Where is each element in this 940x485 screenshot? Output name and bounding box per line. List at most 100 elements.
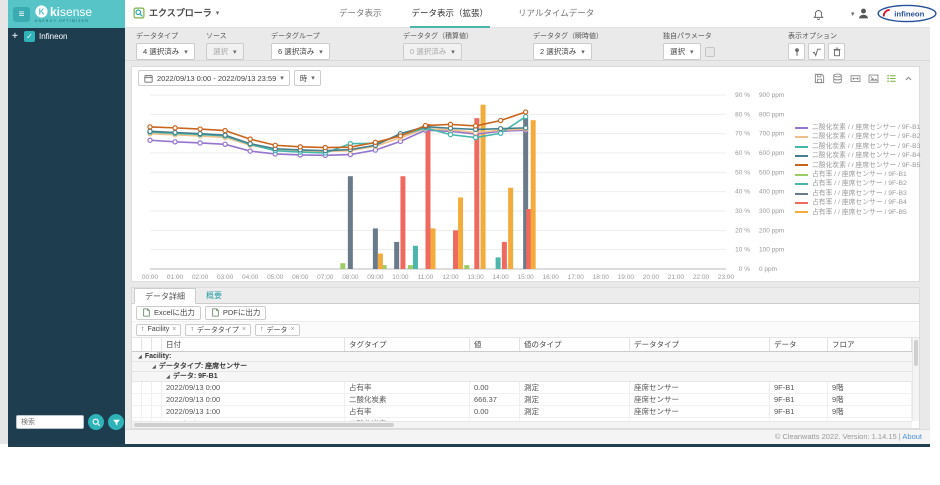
- column-header[interactable]: タグタイプ: [345, 338, 470, 351]
- legend-item[interactable]: 二酸化炭素 / / 座席センサー / 9F-B4: [795, 151, 915, 160]
- column-header[interactable]: フロア: [828, 338, 912, 351]
- svg-text:18:00: 18:00: [593, 274, 610, 281]
- svg-text:300 ppm: 300 ppm: [759, 208, 784, 215]
- trash-option-button[interactable]: [828, 43, 845, 60]
- data-tag-integrated-select[interactable]: 0 選択済み▾: [403, 43, 462, 60]
- select-value: 2 選択済み: [540, 46, 576, 57]
- legend-item[interactable]: 二酸化炭素 / / 座席センサー / 9F-B3: [795, 142, 915, 151]
- search-button[interactable]: [88, 414, 104, 430]
- parameter-checkbox[interactable]: [705, 47, 715, 57]
- filter-label: データタグ（瞬時値）: [533, 31, 603, 41]
- source-select[interactable]: 選択▾: [206, 43, 244, 60]
- user-menu[interactable]: ▾: [851, 7, 870, 20]
- group-chip-Facility[interactable]: ↑Facility×: [136, 324, 181, 336]
- group-label: データタイプ: 座席センサー: [159, 363, 247, 370]
- column-header[interactable]: データ: [770, 338, 828, 351]
- search-icon: [92, 418, 101, 427]
- group-chip-データタイプ[interactable]: ↑データタイプ×: [185, 324, 251, 336]
- legend-icon[interactable]: [886, 73, 897, 84]
- column-header[interactable]: 値のタイプ: [520, 338, 630, 351]
- tree-control-cell: [152, 394, 162, 405]
- legend-swatch: [795, 193, 808, 195]
- legend-item[interactable]: 占有率 / / 座席センサー / 9F-B5: [795, 208, 915, 217]
- table-row[interactable]: 2022/09/13 0:00二酸化炭素666.37測定座席センサー9F-B19…: [132, 394, 912, 406]
- group-row[interactable]: ◢データタイプ: 座席センサー: [132, 362, 912, 372]
- data-group-select[interactable]: 6 選択済み▾: [271, 43, 330, 60]
- collapse-icon[interactable]: [904, 74, 913, 83]
- legend-item[interactable]: 占有率 / / 座席センサー / 9F-B3: [795, 189, 915, 198]
- legend-item[interactable]: 二酸化炭素 / / 座席センサー / 9F-B2: [795, 132, 915, 141]
- svg-text:08:00: 08:00: [342, 274, 359, 281]
- tab-0[interactable]: データ表示: [337, 0, 384, 28]
- group-row[interactable]: ◢データ: 9F-B1: [132, 372, 912, 382]
- tree-control-cell: [142, 382, 152, 393]
- about-link[interactable]: About: [902, 432, 922, 441]
- pan-icon[interactable]: [850, 73, 861, 84]
- vertical-scrollbar[interactable]: [912, 338, 919, 421]
- table-cell: 9階: [828, 394, 912, 405]
- table-cell: 9階: [828, 406, 912, 417]
- close-icon[interactable]: ×: [242, 326, 246, 333]
- search-input[interactable]: [16, 415, 84, 429]
- close-icon[interactable]: ×: [290, 326, 294, 333]
- tab-1[interactable]: データ表示（拡張）: [410, 0, 491, 28]
- custom-parameter-select[interactable]: 選択▾: [663, 43, 701, 60]
- table-cell: 666.37: [470, 394, 520, 405]
- svg-text:40 %: 40 %: [735, 189, 750, 196]
- legend-swatch: [795, 155, 808, 157]
- group-chip-データ[interactable]: ↑データ×: [255, 324, 300, 336]
- legend-label: 占有率 / / 座席センサー / 9F-B1: [812, 170, 907, 179]
- close-icon[interactable]: ×: [172, 326, 176, 333]
- horizontal-scrollbar[interactable]: [132, 421, 912, 428]
- export-excel-button[interactable]: Excelに出力: [136, 306, 201, 320]
- legend-label: 二酸化炭素 / / 座席センサー / 9F-B2: [812, 132, 920, 141]
- data-type-select[interactable]: 4 選択済み▾: [136, 43, 195, 60]
- column-header[interactable]: 値: [470, 338, 520, 351]
- legend-item[interactable]: 二酸化炭素 / / 座席センサー / 9F-B5: [795, 161, 915, 170]
- layers-icon[interactable]: [832, 73, 843, 84]
- expand-icon[interactable]: +: [12, 31, 20, 42]
- pin-option-button[interactable]: [788, 43, 805, 60]
- legend-item[interactable]: 占有率 / / 座席センサー / 9F-B4: [795, 198, 915, 207]
- formula-option-button[interactable]: [808, 43, 825, 60]
- table-row[interactable]: 2022/09/13 0:00占有率0.00測定座席センサー9F-B19階: [132, 382, 912, 394]
- collapse-triangle-icon[interactable]: ◢: [166, 374, 170, 380]
- table-tab-1[interactable]: 概要: [196, 288, 232, 303]
- collapse-triangle-icon[interactable]: ◢: [152, 364, 156, 370]
- table-tab-0[interactable]: データ詳細: [134, 288, 196, 304]
- legend-item[interactable]: 占有率 / / 座席センサー / 9F-B2: [795, 179, 915, 188]
- chevron-down-icon: ▾: [690, 48, 694, 56]
- data-tag-instant-select[interactable]: 2 選択済み▾: [533, 43, 592, 60]
- tab-2[interactable]: リアルタイムデータ: [516, 0, 596, 28]
- table-row[interactable]: 2022/09/13 1:00占有率0.00測定座席センサー9F-B19階: [132, 406, 912, 418]
- svg-text:0 ppm: 0 ppm: [759, 266, 777, 273]
- hamburger-menu-icon[interactable]: ≡: [13, 7, 30, 22]
- explorer-menu[interactable]: エクスプローラ ▾: [133, 6, 219, 19]
- select-value: 4 選択済み: [143, 46, 179, 57]
- column-header[interactable]: 日付: [162, 338, 345, 351]
- date-range-button[interactable]: 2022/09/13 0:00 - 2022/09/13 23:59 ▾: [138, 70, 290, 86]
- group-label: Facility:: [145, 353, 171, 360]
- legend-item[interactable]: 二酸化炭素 / / 座席センサー / 9F-B1: [795, 123, 915, 132]
- legend-swatch: [795, 211, 808, 213]
- legend-item[interactable]: 占有率 / / 座席センサー / 9F-B1: [795, 170, 915, 179]
- group-row[interactable]: ◢Facility:: [132, 352, 912, 362]
- grid-header: 日付タグタイプ値値のタイプデータタイプデータフロア: [132, 338, 912, 352]
- tree-control-cell: [152, 406, 162, 417]
- image-icon[interactable]: [868, 73, 879, 84]
- table-cell: 2022/09/13 0:00: [162, 394, 345, 405]
- main-area: エクスプローラ ▾ データ表示データ表示（拡張）リアルタイムデータ ▾ infi…: [125, 0, 930, 444]
- chevron-down-icon: ▾: [216, 9, 220, 17]
- chevron-down-icon: ▾: [280, 74, 284, 82]
- checkbox-checked-icon[interactable]: ✓: [24, 31, 35, 42]
- chart[interactable]: 0 %0 ppm10 %100 ppm20 %200 ppm30 %300 pp…: [136, 89, 800, 281]
- column-header[interactable]: データタイプ: [630, 338, 770, 351]
- sidebar-item-infineon[interactable]: + ✓ Infineon: [12, 31, 67, 42]
- collapse-triangle-icon[interactable]: ◢: [138, 354, 142, 360]
- svg-text:09:00: 09:00: [367, 274, 384, 281]
- filter-button[interactable]: [108, 414, 124, 430]
- export-pdf-button[interactable]: PDFに出力: [205, 306, 267, 320]
- interval-button[interactable]: 時 ▾: [294, 70, 321, 86]
- notifications-button[interactable]: [813, 8, 824, 26]
- save-icon[interactable]: [814, 73, 825, 84]
